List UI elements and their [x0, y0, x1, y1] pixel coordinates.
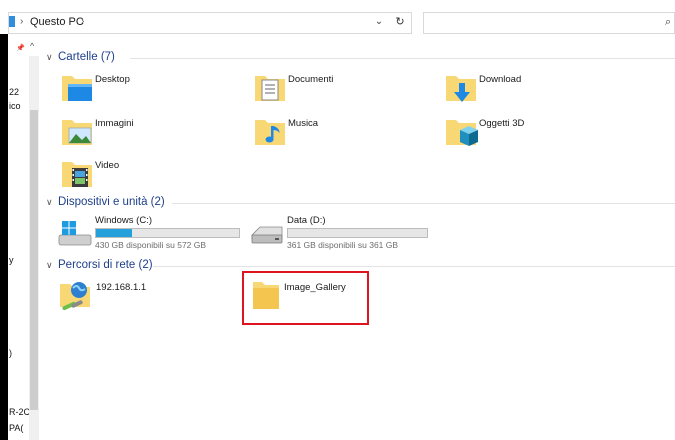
collapse-chevron-icon[interactable]: ∨: [46, 52, 58, 63]
folder-label: Download: [479, 74, 522, 85]
folder-label: Oggetti 3D: [479, 118, 525, 129]
drive-free-space: 361 GB disponibili su 361 GB: [287, 240, 399, 250]
group-divider: [130, 58, 675, 59]
search-input[interactable]: [423, 12, 675, 34]
drive-usage-bar: [287, 228, 428, 238]
drive-usage-fill: [96, 229, 132, 237]
downloads-folder-icon: [446, 76, 476, 102]
navigation-pane-edge: [0, 34, 8, 440]
selection-highlight: [242, 271, 369, 325]
folder-label: Musica: [288, 118, 319, 129]
pin-icon[interactable]: 📌: [16, 44, 25, 52]
navigation-scrollbar-thumb[interactable]: [30, 110, 38, 410]
group-title: Cartelle (7): [58, 51, 115, 63]
group-title: Percorsi di rete (2): [58, 259, 153, 271]
this-pc-icon: [9, 16, 15, 27]
group-divider: [172, 203, 675, 204]
folder-downloads[interactable]: Download: [444, 66, 594, 106]
documents-folder-icon: [255, 76, 285, 101]
folder-label: Documenti: [288, 74, 334, 85]
network-location-icon: [60, 282, 90, 311]
drive-windows-c[interactable]: Windows (C:) 430 GB disponibili su 572 G…: [58, 213, 243, 255]
network-location-192-168-1-1[interactable]: 192.168.1.1: [58, 276, 208, 316]
recent-locations-dropdown-icon[interactable]: ⌄: [372, 14, 386, 30]
drive-data-d[interactable]: Data (D:) 361 GB disponibili su 361 GB: [250, 213, 435, 255]
group-header-folders[interactable]: ∨ Cartelle (7): [46, 51, 115, 63]
nav-item-fragment[interactable]: ico: [9, 101, 29, 111]
folder-music[interactable]: Musica: [253, 110, 403, 150]
nav-item-fragment[interactable]: R-2C: [9, 407, 29, 417]
group-header-devices[interactable]: ∨ Dispositivi e unità (2): [46, 196, 165, 208]
drive-usage-bar: [95, 228, 240, 238]
folder-label: Video: [95, 160, 120, 171]
address-bar: › Questo PC › ⌄ ↻ ⌕: [0, 0, 675, 34]
hard-drive-icon: [251, 226, 283, 244]
pictures-folder-icon: [62, 120, 92, 145]
videos-folder-icon: [62, 162, 92, 187]
breadcrumb-separator-trailing[interactable]: ›: [81, 16, 84, 27]
group-title: Dispositivi e unità (2): [58, 196, 165, 208]
music-folder-icon: [255, 120, 285, 145]
collapse-chevron-icon[interactable]: ∨: [46, 260, 58, 271]
drive-free-space: 430 GB disponibili su 572 GB: [95, 240, 207, 250]
folder-documents[interactable]: Documenti: [253, 66, 403, 106]
collapse-chevron-icon[interactable]: ∨: [46, 197, 58, 208]
folder-desktop[interactable]: Desktop: [60, 66, 210, 106]
folder-3d-objects[interactable]: Oggetti 3D: [444, 110, 594, 150]
breadcrumb-separator[interactable]: ›: [20, 16, 23, 27]
network-label: 192.168.1.1: [96, 282, 147, 293]
drive-label: Data (D:): [287, 215, 326, 226]
breadcrumb-this-pc[interactable]: Questo PC: [30, 16, 84, 28]
folder-pictures[interactable]: Immagini: [60, 110, 210, 150]
search-icon[interactable]: ⌕: [665, 16, 671, 29]
refresh-icon[interactable]: ↻: [392, 14, 408, 30]
folder-videos[interactable]: Video: [60, 152, 210, 192]
desktop-folder-icon: [62, 76, 92, 101]
group-divider: [153, 266, 675, 267]
drive-label: Windows (C:): [95, 215, 153, 226]
3d-objects-folder-icon: [446, 120, 478, 146]
nav-item-fragment[interactable]: ): [9, 348, 29, 358]
folder-label: Desktop: [95, 74, 130, 85]
windows-drive-icon: [58, 221, 92, 246]
nav-item-fragment[interactable]: 22: [9, 87, 29, 97]
scroll-up-icon[interactable]: ^: [30, 41, 34, 51]
folder-label: Immagini: [95, 118, 134, 129]
nav-item-fragment[interactable]: PA(: [9, 423, 29, 433]
group-header-network[interactable]: ∨ Percorsi di rete (2): [46, 259, 153, 271]
nav-item-fragment[interactable]: y: [9, 255, 29, 265]
